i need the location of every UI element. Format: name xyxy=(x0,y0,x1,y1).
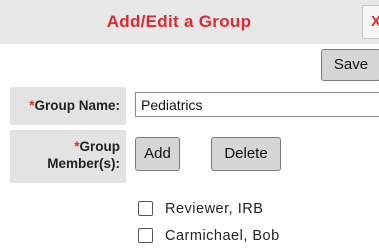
member-name: Reviewer, IRB xyxy=(165,201,264,217)
dialog-header: Add/Edit a Group X xyxy=(0,0,379,44)
save-button[interactable]: Save xyxy=(321,49,379,81)
dialog-title: Add/Edit a Group xyxy=(106,12,252,31)
group-name-label: *Group Name: xyxy=(10,87,126,125)
group-name-label-text: Group Name: xyxy=(34,98,120,113)
delete-member-button[interactable]: Delete xyxy=(211,137,281,171)
group-members-label-line2: Member(s): xyxy=(47,156,120,171)
group-members-label: *Group Member(s): xyxy=(10,130,126,183)
member-name: Carmichael, Bob xyxy=(165,228,280,244)
member-checkbox[interactable] xyxy=(138,201,153,216)
close-button[interactable]: X xyxy=(362,5,379,39)
group-members-label-line1: *Group xyxy=(74,139,120,154)
member-checkbox[interactable] xyxy=(138,228,153,243)
add-member-button[interactable]: Add xyxy=(135,137,180,171)
group-name-input[interactable] xyxy=(135,92,379,117)
